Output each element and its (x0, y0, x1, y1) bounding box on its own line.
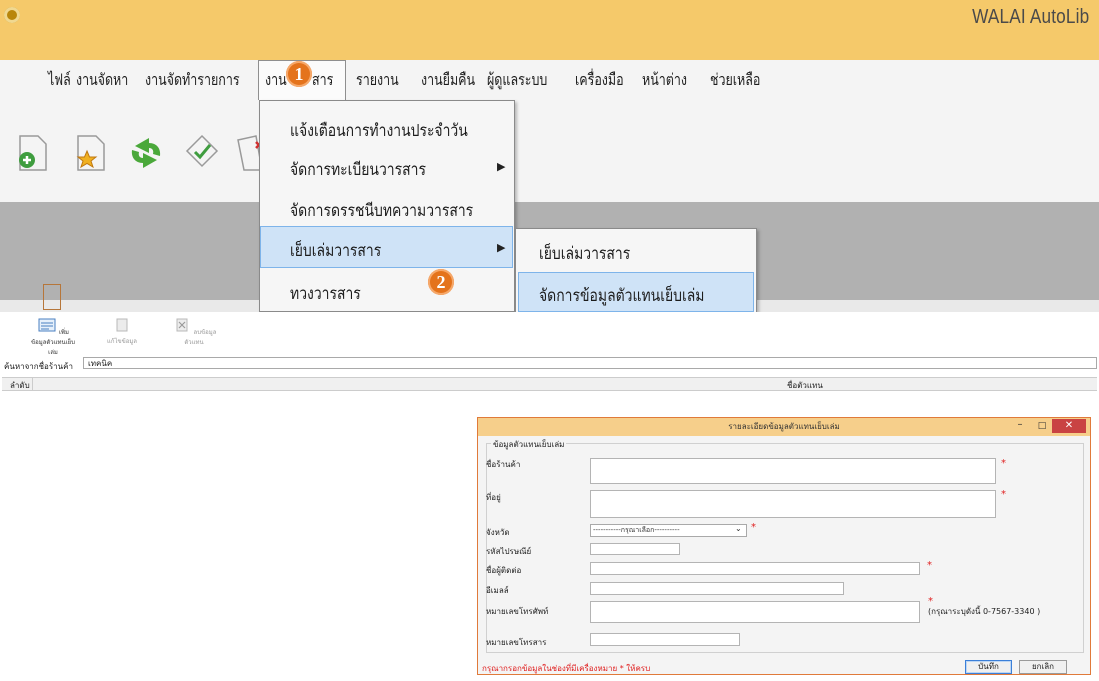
minimize-icon[interactable]: – (1013, 420, 1027, 431)
province-select[interactable]: -----------กรุณาเลือก---------- (590, 524, 747, 537)
menu-item-binding[interactable]: เย็บเล่มวารสาร (290, 237, 381, 264)
column-header-sequence[interactable]: ลำดับ (10, 379, 30, 392)
menu-help[interactable]: ช่วยเหลือ (710, 68, 760, 93)
column-header-agent-name[interactable]: ชื่อตัวแทน (787, 379, 823, 392)
fax-label: หมายเลขโทรสาร (486, 638, 547, 647)
menu-tools[interactable]: เครื่องมือ (575, 68, 624, 93)
approve-icon[interactable] (183, 132, 221, 174)
fax-input[interactable] (590, 633, 740, 646)
contact-input[interactable] (590, 562, 920, 575)
favorite-document-icon[interactable] (70, 132, 108, 174)
contact-label: ชื่อผู้ติดต่อ (486, 566, 522, 575)
highlight-marker (43, 284, 61, 310)
new-document-icon[interactable] (12, 132, 50, 174)
province-label: จังหวัด (486, 528, 510, 537)
menu-item-serial-registry[interactable]: จัดการทะเบียนวารสาร (290, 156, 426, 183)
add-agent-button[interactable]: เพิ่มข้อมูลตัวแทนเย็บเล่ม (30, 318, 76, 357)
submenu-arrow-icon: ▶ (497, 241, 506, 254)
required-mark: * (1001, 458, 1006, 469)
group-label: ข้อมูลตัวแทนเย็บเล่ม (491, 438, 567, 451)
submenu-arrow-icon: ▶ (497, 160, 506, 173)
menu-item-claims[interactable]: ทวงวารสาร (290, 280, 361, 307)
postal-code-label: รหัสไปรษณีย์ (486, 547, 532, 556)
search-label: ค้นหาจากชื่อร้านค้า (4, 362, 73, 371)
menu-file[interactable]: ไฟล์ (48, 68, 71, 93)
search-input[interactable]: เทคนิค (83, 357, 1097, 369)
menu-admin[interactable]: ผู้ดูแลระบบ (487, 68, 547, 93)
submenu-item-binder-agents[interactable]: จัดการข้อมูลตัวแทนเย็บเล่ม (539, 282, 704, 309)
postal-code-input[interactable] (590, 543, 680, 555)
email-label: อีเมลล์ (486, 586, 509, 595)
required-mark: * (751, 522, 756, 533)
dialog-title: รายละเอียดข้อมูลตัวแทนเย็บเล่ม (728, 422, 840, 431)
grid-header (2, 377, 1097, 391)
shop-name-input[interactable] (590, 458, 996, 484)
cancel-button[interactable]: ยกเลิก (1019, 660, 1067, 674)
edit-record-label: แก้ไขข้อมูล (107, 338, 137, 345)
required-fields-note: กรุณากรอกข้อมูลในช่องที่มีเครื่องหมาย * … (482, 664, 651, 673)
edit-record-button[interactable]: แก้ไขข้อมูล (106, 318, 138, 346)
menu-window[interactable]: หน้าต่าง (642, 68, 687, 93)
app-logo-icon (4, 7, 20, 23)
step-two-badge: 2 (428, 269, 454, 295)
add-agent-label: เพิ่มข้อมูลตัวแทนเย็บเล่ม (31, 329, 75, 356)
submenu-item-binding[interactable]: เย็บเล่มวารสาร (539, 240, 630, 267)
menu-circulation[interactable]: งานยืมคืน (421, 68, 475, 93)
add-record-icon (38, 318, 56, 332)
menu-cataloging[interactable]: งานจัดทำรายการ (145, 68, 240, 93)
phone-format-hint: (กรุณาระบุดังนี้ 0-7567-3340 ) (928, 607, 1041, 616)
menu-item-article-index[interactable]: จัดการดรรชนีบทความวารสาร (290, 197, 473, 224)
column-separator (32, 378, 33, 390)
address-input[interactable] (590, 490, 996, 518)
refresh-icon[interactable] (127, 132, 165, 174)
email-input[interactable] (590, 582, 844, 595)
app-title: WALAI AutoLib (971, 6, 1089, 28)
menu-serials-start[interactable]: งาน (265, 68, 287, 93)
menu-item-daily-alerts[interactable]: แจ้งเตือนการทำงานประจำวัน (290, 117, 468, 144)
save-button[interactable]: บันทึก (965, 660, 1012, 674)
chevron-down-icon: ⌄ (735, 524, 742, 533)
close-icon[interactable]: ✕ (1052, 419, 1086, 433)
shop-name-label: ชื่อร้านค้า (486, 460, 521, 469)
maximize-icon[interactable]: □ (1035, 421, 1049, 431)
delete-record-icon (176, 318, 188, 332)
delete-agent-button[interactable]: ลบข้อมูลตัวแทน (165, 318, 223, 347)
required-mark: * (927, 560, 932, 571)
menu-acquisition[interactable]: งานจัดหา (76, 68, 128, 93)
menu-serials-end[interactable]: สาร (312, 68, 333, 93)
phone-input[interactable] (590, 601, 920, 623)
menu-reports[interactable]: รายงาน (356, 68, 399, 93)
phone-label: หมายเลขโทรศัพท์ (486, 607, 549, 616)
edit-record-icon (116, 318, 128, 332)
step-one-badge: 1 (286, 61, 312, 87)
required-mark: * (1001, 489, 1006, 500)
address-label: ที่อยู่ (486, 493, 501, 502)
title-bar (0, 0, 1099, 60)
